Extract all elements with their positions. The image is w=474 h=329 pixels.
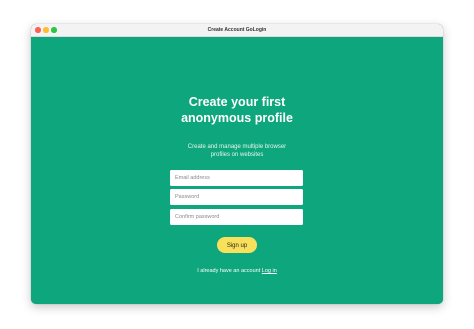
page-subtitle: Create and manage multiple browser profi…: [31, 143, 443, 159]
sign-up-button[interactable]: Sign up: [217, 237, 257, 253]
page-title-line-1: Create your first: [188, 95, 286, 109]
signup-panel: Create your first anonymous profile Crea…: [31, 37, 443, 304]
app-window: Create Account GoLogin Create your first…: [31, 24, 443, 304]
window-title: Create Account GoLogin: [207, 27, 267, 33]
title-bar: Create Account GoLogin: [31, 24, 443, 37]
page-subtitle-line-1: Create and manage multiple browser: [187, 144, 287, 150]
login-prompt: I already have an account Log in: [31, 268, 443, 274]
page-title: Create your first anonymous profile: [31, 95, 443, 126]
login-prompt-text: I already have an account: [197, 268, 261, 274]
page-subtitle-line-2: profiles on websites: [210, 152, 264, 158]
email-field[interactable]: [170, 170, 303, 186]
password-field[interactable]: [170, 189, 303, 205]
page-title-line-2: anonymous profile: [181, 110, 293, 125]
confirm-password-field[interactable]: [170, 209, 303, 225]
log-in-link[interactable]: Log in: [262, 268, 277, 274]
